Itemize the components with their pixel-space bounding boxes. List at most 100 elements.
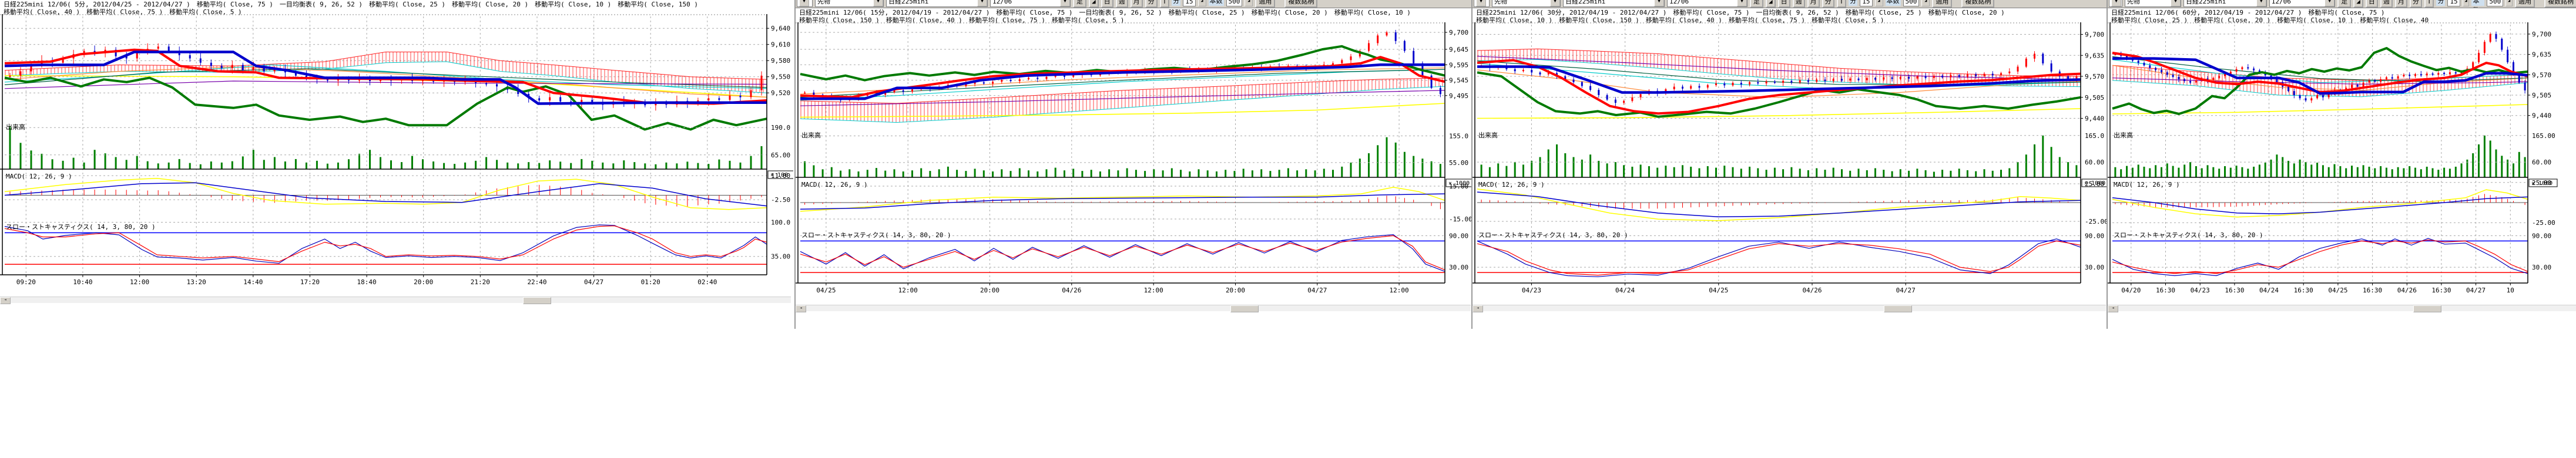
volume-axis-tick: 60.00 (2532, 159, 2551, 166)
chart-plot: 9,7009,6359,5709,5059,440165.060.00× 100… (1473, 0, 2107, 329)
chart-plot: 9,7009,6359,5709,5059,440165.0060.00× 10… (2108, 0, 2576, 329)
price-axis-tick: 9,635 (2085, 52, 2104, 59)
scroll-left-icon[interactable]: ◄ (1473, 305, 1483, 312)
macd-axis-tick: -15.00 (1449, 215, 1472, 223)
scroll-left-icon[interactable]: ◄ (0, 297, 11, 304)
time-axis-label: 16:30 (2294, 287, 2313, 294)
macd-axis-tick: 25.00 (2532, 179, 2551, 187)
time-axis-label: 10 (2507, 287, 2514, 294)
scrollbar-thumb[interactable] (2413, 305, 2441, 312)
chart-panel-60min: ▼ 先物▼ 日経225mini▼ 12/06▼ 足 ◢ 日 週 月 分 T 分 … (2107, 0, 2576, 329)
time-axis-label: 04/26 (1062, 287, 1081, 294)
stochastics-axis-tick: 35.00 (771, 253, 790, 261)
price-axis-tick: 9,440 (2085, 115, 2104, 123)
volume-axis-tick: 165.0 (2085, 132, 2104, 140)
volume-section-label: 出来高 (801, 130, 821, 140)
time-axis-label: 04/24 (1615, 287, 1635, 294)
stochastics-axis-tick: 90.00 (1449, 232, 1468, 240)
scroll-left-icon[interactable]: ◄ (2108, 305, 2118, 312)
macd-section-label: MACD( 12, 26, 9 ) (801, 181, 868, 188)
time-axis-label: 09:20 (16, 278, 36, 286)
horizontal-scrollbar[interactable]: ◄ (0, 297, 791, 303)
price-axis-tick: 9,440 (2532, 112, 2551, 120)
macd-axis-tick: -25.00 (2085, 218, 2107, 225)
time-axis-label: 01:20 (641, 278, 660, 286)
price-axis-tick: 9,550 (771, 73, 790, 81)
volume-axis-tick: 155.0 (1449, 132, 1468, 140)
time-axis-label: 13:20 (187, 278, 206, 286)
time-axis-label: 20:00 (414, 278, 433, 286)
macd-section-label: MACD( 12, 26, 9 ) (6, 173, 72, 180)
stochastics-axis-tick: 30.00 (2085, 264, 2104, 271)
stochastics-axis-tick: 90.00 (2532, 232, 2551, 240)
horizontal-scrollbar[interactable]: ◄ (1473, 305, 2106, 311)
volume-axis-tick: 60.00 (2085, 159, 2104, 166)
price-axis-tick: 9,645 (1449, 46, 1468, 53)
volume-axis-tick: 190.0 (771, 124, 790, 132)
time-axis-label: 16:30 (2225, 287, 2244, 294)
time-axis-label: 04/27 (1896, 287, 1916, 294)
scrollbar-thumb[interactable] (1230, 305, 1259, 312)
time-axis-label: 04/20 (2121, 287, 2141, 294)
scroll-left-icon[interactable]: ◄ (796, 305, 806, 312)
time-axis-label: 12:00 (898, 287, 918, 294)
time-axis-label: 10:40 (73, 278, 92, 286)
stochastics-axis-tick: 30.00 (2532, 264, 2551, 271)
price-axis-tick: 9,505 (2085, 94, 2104, 102)
chart-plot: 9,7009,6459,5959,5459,495155.055.00× 100… (796, 0, 1472, 329)
time-axis-label: 02:40 (697, 278, 717, 286)
chart-panel-15min: ▼ 先物▼ 日経225mini▼ 12/06▼ 足 ◢ 日 週 月 分 T 分 … (794, 0, 1472, 329)
time-axis-label: 22:40 (527, 278, 546, 286)
time-axis-label: 20:00 (980, 287, 999, 294)
volume-section-label: 出来高 (2114, 130, 2133, 140)
time-axis-label: 16:30 (2431, 287, 2451, 294)
price-axis-tick: 9,700 (2532, 31, 2551, 38)
price-axis-tick: 9,635 (2532, 51, 2551, 59)
macd-axis-tick: 25.00 (2085, 180, 2104, 188)
time-axis-label: 16:30 (2363, 287, 2382, 294)
price-axis-tick: 9,610 (771, 41, 790, 49)
chart-plot: 9,6409,6109,5809,5509,520190.065.00× 100… (0, 0, 793, 329)
volume-axis-tick: 165.00 (2532, 132, 2555, 140)
time-axis-label: 04/26 (1802, 287, 1822, 294)
time-axis-label: 04/25 (1709, 287, 1728, 294)
stochastics-section-label: スロー・ストキャスティクス( 14, 3, 80, 20 ) (801, 230, 951, 240)
volume-axis-tick: 55.00 (1449, 159, 1468, 167)
macd-section-label: MACD( 12, 26, 9 ) (1478, 181, 1545, 188)
trading-app-multi-chart: { "toolbar": { "combo_market": "先物", "co… (0, 0, 2576, 458)
price-axis-tick: 9,545 (1449, 77, 1468, 85)
macd-axis-tick: -25.00 (2532, 219, 2555, 227)
price-axis-tick: 9,640 (771, 25, 790, 32)
price-axis-tick: 9,495 (1449, 92, 1468, 100)
time-axis-label: 04/27 (2466, 287, 2486, 294)
stochastics-axis-tick: 90.00 (2085, 232, 2104, 240)
volume-section-label: 出来高 (6, 122, 25, 132)
price-axis-tick: 9,505 (2532, 92, 2551, 99)
stochastics-section-label: スロー・ストキャスティクス( 14, 3, 80, 20 ) (1478, 230, 1628, 240)
macd-axis-tick: -2.50 (771, 196, 790, 204)
scrollbar-thumb[interactable] (1884, 305, 1912, 312)
time-axis-label: 12:00 (130, 278, 149, 286)
macd-axis-tick: 11.00 (771, 172, 790, 180)
macd-axis-tick: 15.00 (1449, 183, 1468, 190)
volume-section-label: 出来高 (1478, 130, 1498, 140)
time-axis-label: 04/25 (816, 287, 836, 294)
time-axis-label: 04/23 (2191, 287, 2210, 294)
price-axis-tick: 9,700 (1449, 29, 1468, 36)
horizontal-scrollbar[interactable]: ◄ (796, 305, 1471, 311)
time-axis-label: 04/27 (1307, 287, 1327, 294)
horizontal-scrollbar[interactable]: ◄ (2108, 305, 2576, 311)
time-axis-label: 17:20 (300, 278, 320, 286)
volume-axis-tick: 65.00 (771, 151, 790, 159)
scrollbar-thumb[interactable] (523, 297, 551, 304)
stochastics-section-label: スロー・ストキャスティクス( 14, 3, 80, 20 ) (2114, 230, 2263, 240)
price-axis-tick: 9,700 (2085, 31, 2104, 39)
time-axis-label: 18:40 (357, 278, 377, 286)
time-axis-label: 04/23 (1522, 287, 1541, 294)
price-axis-tick: 9,520 (771, 89, 790, 97)
macd-section-label: MACD( 12, 26, 9 ) (2114, 181, 2180, 188)
time-axis-label: 16:30 (2156, 287, 2175, 294)
time-axis-label: 20:00 (1226, 287, 1245, 294)
price-axis-tick: 9,570 (2085, 73, 2104, 80)
time-axis-label: 12:00 (1144, 287, 1163, 294)
